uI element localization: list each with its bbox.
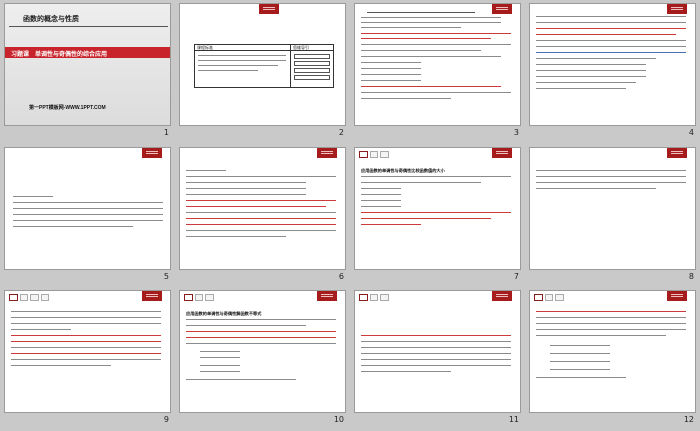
bookmark-icon [317, 291, 337, 302]
slide-cell[interactable]: 8 [525, 144, 700, 288]
slide-thumbnail[interactable] [529, 146, 696, 270]
section-heading: 应用函数的单调性与奇偶性解函数不等式 [186, 311, 262, 317]
slide-thumbnail[interactable] [179, 146, 346, 270]
slide-number: 7 [513, 271, 519, 281]
standards-table: 课程标准 思维导引 [194, 44, 334, 88]
table-header: 课程标准 [197, 45, 213, 50]
slide-tabs [359, 150, 389, 158]
slide-number: 2 [338, 128, 344, 137]
slide-thumbnail[interactable] [529, 290, 696, 414]
slide-cell[interactable]: 9 [0, 287, 175, 431]
bookmark-icon [492, 291, 512, 302]
slide-tabs [534, 294, 564, 302]
slide-number: 4 [688, 128, 694, 137]
slide-thumbnail[interactable] [354, 290, 521, 414]
slide-cell[interactable]: 应用函数的单调性与奇偶性解函数不等式 10 [175, 287, 350, 431]
bookmark-icon [142, 291, 162, 302]
slide-number: 5 [163, 271, 169, 281]
divider [9, 26, 168, 27]
slide-cell[interactable]: 函数的概念与性质 习题课 单调性与奇偶性的综合应用 第一PPT模板网-WWW.1… [0, 0, 175, 144]
slide-number: 12 [683, 415, 694, 425]
slide-sorter-grid: 函数的概念与性质 习题课 单调性与奇偶性的综合应用 第一PPT模板网-WWW.1… [0, 0, 700, 431]
bookmark-icon [667, 291, 687, 302]
slide-tabs [359, 294, 389, 302]
bookmark-icon [259, 4, 279, 14]
slide-cell[interactable]: 5 [0, 144, 175, 288]
slide-number: 6 [338, 271, 344, 281]
slide-thumbnail[interactable]: 函数的概念与性质 习题课 单调性与奇偶性的综合应用 第一PPT模板网-WWW.1… [4, 3, 171, 126]
bookmark-icon [667, 4, 687, 14]
bookmark-icon [317, 147, 337, 158]
slide-thumbnail[interactable] [4, 146, 171, 270]
slide-thumbnail[interactable] [354, 3, 521, 126]
slide-cell[interactable]: 课程标准 思维导引 2 [175, 0, 350, 144]
slide-number: 1 [163, 128, 169, 137]
slide-number: 3 [513, 128, 519, 137]
slide-title: 函数的概念与性质 [23, 16, 79, 23]
slide-footer: 第一PPT模板网-WWW.1PPT.COM [29, 105, 106, 111]
slide-thumbnail[interactable] [529, 3, 696, 126]
slide-subtitle: 习题课 单调性与奇偶性的综合应用 [11, 52, 108, 58]
section-heading: 应用函数的单调性与奇偶性比较函数值的大小 [361, 167, 445, 173]
bookmark-icon [667, 147, 687, 158]
bookmark-icon [492, 147, 512, 158]
slide-thumbnail[interactable]: 应用函数的单调性与奇偶性解函数不等式 [179, 290, 346, 414]
slide-cell[interactable]: 12 [525, 287, 700, 431]
slide-tabs [184, 294, 214, 302]
table-header: 思维导引 [293, 45, 309, 50]
slide-number: 9 [163, 415, 169, 425]
bookmark-icon [492, 4, 512, 14]
slide-thumbnail[interactable] [4, 290, 171, 414]
bookmark-icon [142, 147, 162, 158]
slide-tabs [9, 294, 50, 302]
slide-number: 11 [508, 415, 519, 425]
slide-cell[interactable]: 应用函数的单调性与奇偶性比较函数值的大小 7 [350, 144, 525, 288]
slide-cell[interactable]: 11 [350, 287, 525, 431]
slide-cell[interactable]: 3 [350, 0, 525, 144]
slide-number: 10 [333, 415, 344, 425]
slide-thumbnail[interactable]: 应用函数的单调性与奇偶性比较函数值的大小 [354, 146, 521, 270]
slide-cell[interactable]: 6 [175, 144, 350, 288]
slide-number: 8 [688, 271, 694, 281]
slide-thumbnail[interactable]: 课程标准 思维导引 [179, 3, 346, 126]
slide-cell[interactable]: 4 [525, 0, 700, 144]
